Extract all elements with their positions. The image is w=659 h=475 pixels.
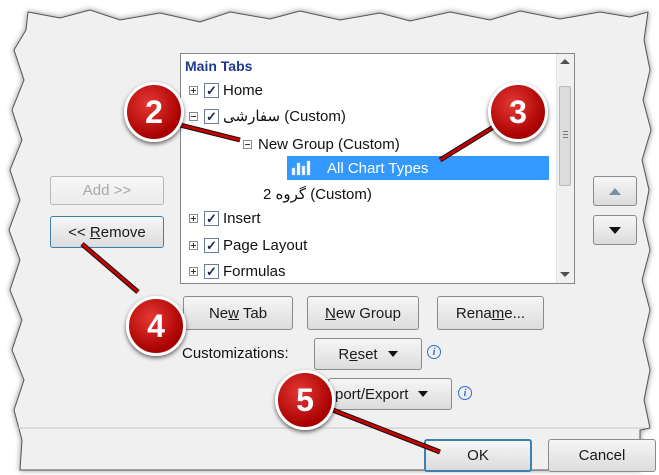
tree-item-label: Page Layout (223, 236, 308, 254)
new-tab-button[interactable]: Ne w Tab (183, 296, 293, 330)
import-export-label: port/Export (335, 385, 409, 403)
new-group-mnemonic: N (325, 304, 336, 322)
remove-mnemonic: R (89, 223, 101, 241)
triangle-up-icon (609, 187, 621, 195)
tree-header: Main Tabs (185, 58, 253, 74)
callout-badge-5: 5 (275, 370, 335, 430)
tree-item-page-layout[interactable]: ✓ Page Layout (189, 233, 307, 257)
tree-item-label: Formulas (223, 262, 286, 280)
tree-scrollbar[interactable] (556, 54, 574, 283)
add-button-label: Add >> (82, 182, 132, 199)
collapse-icon[interactable] (243, 139, 252, 149)
scroll-thumb[interactable] (559, 86, 571, 186)
tree-item-label: Insert (223, 209, 261, 227)
new-tab-label: Ne (208, 304, 229, 322)
callout-badge-4: 4 (126, 296, 186, 356)
tree-item-home[interactable]: ✓ Home (189, 78, 263, 102)
tree-item-new-group[interactable]: New Group (Custom) (243, 132, 400, 156)
rename-mnemonic: m (491, 304, 505, 322)
rename-button[interactable]: Rena m e... (437, 296, 544, 330)
tree-item-group-2[interactable]: گروه 2 (Custom) (263, 182, 372, 206)
dropdown-arrow-icon (387, 351, 398, 357)
dropdown-arrow-icon (418, 391, 429, 397)
scroll-up-icon[interactable] (560, 59, 570, 64)
remove-prefix: << (68, 223, 90, 241)
info-icon[interactable]: i (458, 386, 472, 400)
new-tab-mnemonic: w (228, 304, 239, 322)
rename-label: Rena (455, 304, 492, 322)
checkbox-icon[interactable]: ✓ (204, 210, 219, 226)
reset-label: R (338, 345, 350, 363)
add-button[interactable]: Add >> (50, 176, 164, 205)
tree-item-insert[interactable]: ✓ Insert (189, 206, 261, 230)
cancel-button[interactable]: Cancel (548, 439, 656, 472)
new-group-label: ew Group (335, 304, 401, 322)
ok-label: OK (467, 447, 489, 464)
collapse-icon[interactable] (189, 111, 198, 121)
move-up-button[interactable] (593, 176, 637, 206)
reset-label-rest: set (357, 345, 378, 363)
scroll-down-icon[interactable] (560, 272, 570, 277)
new-tab-label-rest: Tab (238, 304, 268, 322)
rename-label-rest: e... (504, 304, 526, 322)
checkbox-icon[interactable]: ✓ (204, 108, 219, 124)
tree-item-label: گروه 2 (Custom) (263, 186, 372, 203)
callout-badge-2: 2 (124, 82, 184, 142)
remove-label: emove (100, 223, 146, 241)
info-icon[interactable]: i (427, 345, 441, 359)
tree-item-custom-tab[interactable]: ✓ سفارشی (Custom) (189, 104, 346, 128)
tree-item-label: All Chart Types (327, 159, 429, 177)
tree-item-label: سفارشی (Custom) (223, 108, 346, 125)
expand-icon[interactable] (189, 240, 198, 250)
tree-item-label: Home (223, 81, 264, 99)
ok-button[interactable]: OK (424, 439, 532, 472)
new-group-button[interactable]: New Group (307, 296, 419, 330)
reset-mnemonic: e (349, 345, 358, 363)
customizations-label: Customizations: (182, 345, 289, 362)
callout-badge-3: 3 (488, 82, 548, 142)
move-down-button[interactable] (593, 215, 637, 245)
reset-dropdown-button[interactable]: Re set (314, 338, 422, 370)
remove-button[interactable]: << Remove (50, 216, 164, 248)
checkbox-icon[interactable]: ✓ (204, 237, 219, 253)
checkbox-icon[interactable]: ✓ (204, 82, 219, 98)
expand-icon[interactable] (189, 266, 198, 276)
checkbox-icon[interactable]: ✓ (204, 263, 219, 279)
chart-icon (291, 160, 311, 176)
tree-item-label: New Group (Custom) (258, 135, 400, 153)
tree-item-formulas[interactable]: ✓ Formulas (189, 259, 286, 283)
expand-icon[interactable] (189, 213, 198, 223)
tree-item-all-chart-types[interactable]: All Chart Types (287, 156, 549, 180)
import-export-dropdown-button[interactable]: port/Export (328, 378, 452, 410)
cancel-label: Cancel (578, 447, 626, 464)
expand-icon[interactable] (189, 85, 198, 95)
triangle-down-icon (609, 226, 621, 234)
